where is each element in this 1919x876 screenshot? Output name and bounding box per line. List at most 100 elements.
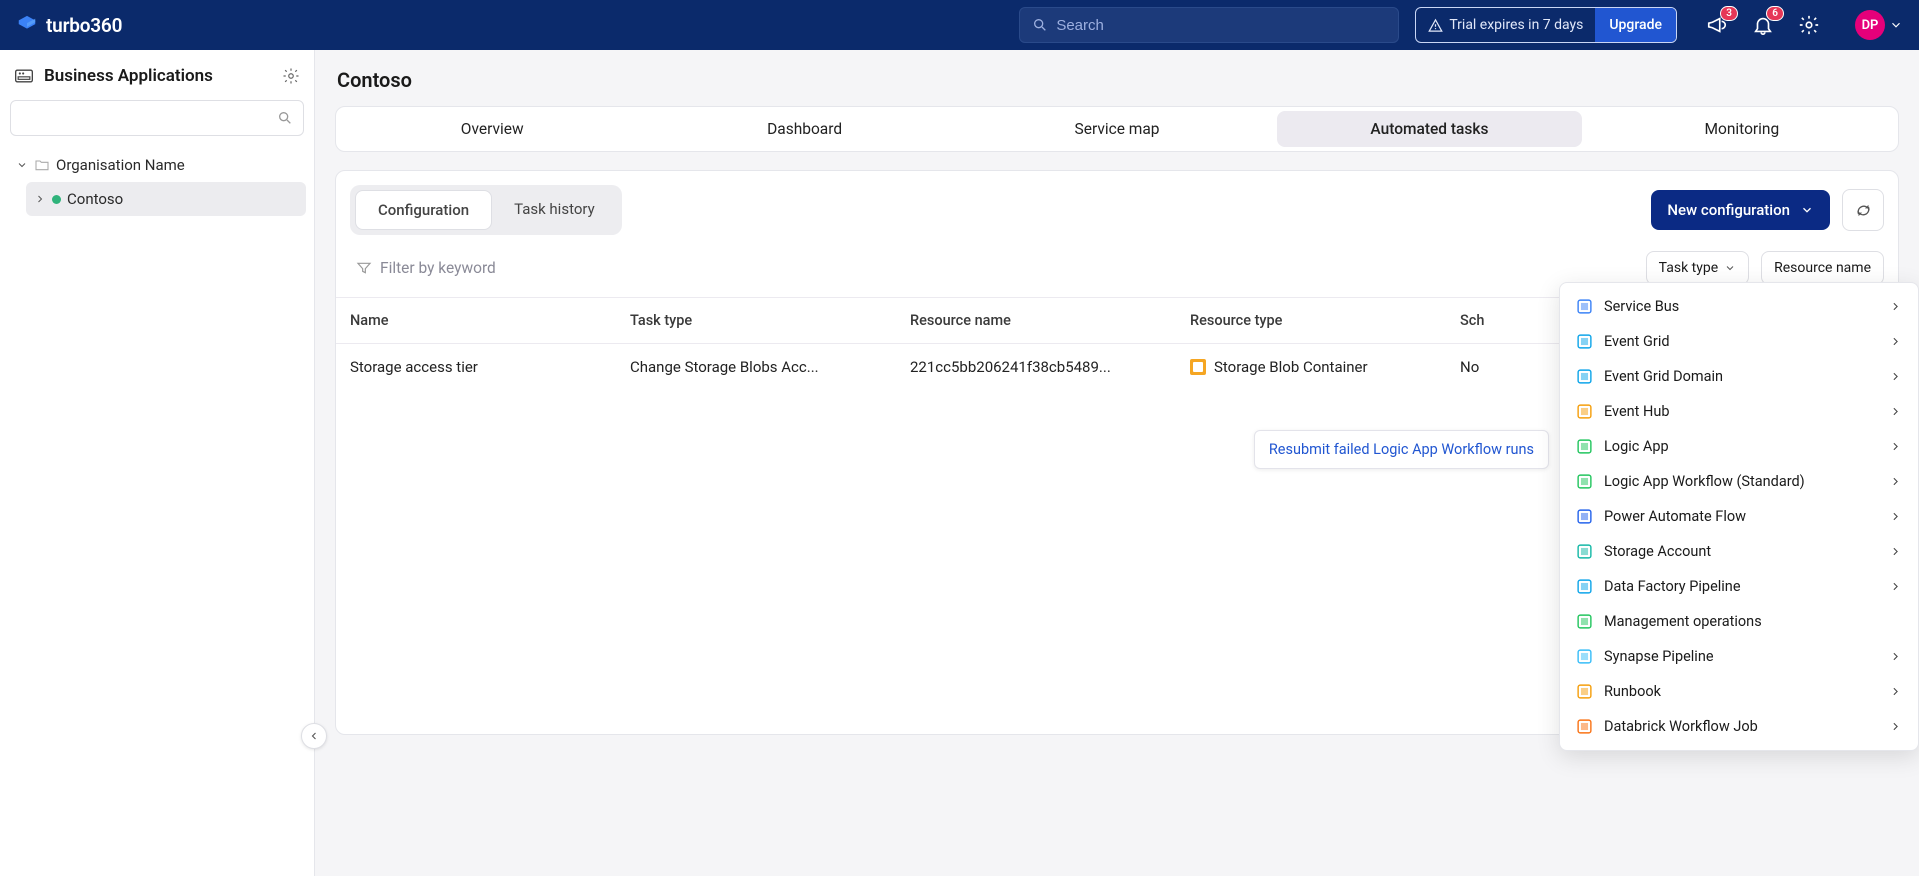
trial-text: Trial expires in 7 days: [1416, 17, 1595, 33]
main-tabs: Overview Dashboard Service map Automated…: [335, 106, 1899, 152]
new-config-label: New configuration: [1667, 201, 1790, 219]
notify-badge: 6: [1766, 6, 1784, 21]
dropdown-item-label: Data Factory Pipeline: [1604, 578, 1741, 595]
dropdown-item[interactable]: Storage Account: [1560, 534, 1918, 569]
sidebar-search-input[interactable]: [21, 110, 277, 126]
tree-child-contoso[interactable]: Contoso: [26, 182, 306, 216]
upgrade-button[interactable]: Upgrade: [1595, 8, 1676, 42]
folder-icon: [34, 157, 50, 173]
tab-monitoring[interactable]: Monitoring: [1590, 111, 1894, 147]
sidebar-settings-icon[interactable]: [282, 67, 300, 85]
chevron-right-icon: [1889, 475, 1902, 488]
subtab-configuration[interactable]: Configuration: [355, 190, 492, 230]
sidebar: Business Applications Organisation Name …: [0, 50, 315, 876]
notifications-button[interactable]: 6: [1751, 13, 1775, 37]
trial-box: Trial expires in 7 days Upgrade: [1415, 7, 1677, 43]
chevron-right-icon: [1889, 510, 1902, 523]
resource-icon: [1576, 298, 1593, 315]
dropdown-item-label: Event Grid: [1604, 333, 1670, 350]
warning-icon: [1428, 18, 1443, 33]
dropdown-item[interactable]: Databrick Workflow Job: [1560, 709, 1918, 744]
chevron-right-icon: [1889, 580, 1902, 593]
resource-icon: [1576, 403, 1593, 420]
new-configuration-button[interactable]: New configuration: [1651, 190, 1830, 230]
chip-label: Task type: [1659, 260, 1718, 276]
chevron-right-icon: [1889, 545, 1902, 558]
chevron-right-icon: [1889, 720, 1902, 733]
resource-icon: [1576, 543, 1593, 560]
announce-badge: 3: [1720, 6, 1738, 21]
dropdown-item-label: Databrick Workflow Job: [1604, 718, 1758, 735]
dropdown-item[interactable]: Logic App: [1560, 429, 1918, 464]
dropdown-item[interactable]: Power Automate Flow: [1560, 499, 1918, 534]
cell-type: Storage Blob Container: [1190, 358, 1460, 376]
chevron-right-icon: [1889, 335, 1902, 348]
dropdown-item[interactable]: Service Bus: [1560, 289, 1918, 324]
tab-service-map[interactable]: Service map: [965, 111, 1269, 147]
resource-icon: [1576, 683, 1593, 700]
user-menu[interactable]: DP: [1843, 10, 1903, 40]
dropdown-item[interactable]: Event Grid Domain: [1560, 359, 1918, 394]
apps-icon: [14, 66, 34, 86]
avatar: DP: [1855, 10, 1885, 40]
dropdown-item[interactable]: Event Hub: [1560, 394, 1918, 429]
refresh-icon: [1855, 202, 1872, 219]
tab-dashboard[interactable]: Dashboard: [652, 111, 956, 147]
brand-text: turbo360: [46, 14, 122, 37]
chevron-right-icon: [1889, 370, 1902, 383]
dropdown-item-label: Power Automate Flow: [1604, 508, 1746, 525]
filter-input[interactable]: Filter by keyword: [350, 259, 1634, 277]
org-name: Organisation Name: [56, 156, 185, 174]
chevron-right-icon: [1889, 440, 1902, 453]
resource-icon: [1576, 508, 1593, 525]
subtab-task-history[interactable]: Task history: [492, 190, 617, 230]
dropdown-item-label: Runbook: [1604, 683, 1661, 700]
chevron-down-icon: [1889, 18, 1903, 32]
chevron-right-icon: [1889, 650, 1902, 663]
dropdown-item-label: Storage Account: [1604, 543, 1711, 560]
cell-resource: 221cc5bb206241f38cb5489...: [910, 358, 1190, 376]
chevron-right-icon: [1889, 405, 1902, 418]
filter-chip-resource-name[interactable]: Resource name: [1761, 251, 1884, 285]
filter-chip-task-type[interactable]: Task type: [1646, 251, 1749, 285]
refresh-button[interactable]: [1842, 189, 1884, 231]
cell-type-label: Storage Blob Container: [1214, 358, 1368, 376]
filter-icon: [356, 260, 372, 276]
resource-icon: [1576, 613, 1593, 630]
chevron-right-icon: [1889, 300, 1902, 313]
sidebar-search[interactable]: [10, 100, 304, 136]
global-search[interactable]: [1019, 7, 1399, 43]
col-resource-type: Resource type: [1190, 312, 1460, 329]
settings-button[interactable]: [1797, 13, 1821, 37]
cell-name: Storage access tier: [350, 358, 630, 376]
child-name: Contoso: [67, 190, 123, 208]
tab-automated-tasks[interactable]: Automated tasks: [1277, 111, 1581, 147]
cell-sched: No: [1460, 358, 1560, 376]
brand-logo[interactable]: turbo360: [16, 14, 122, 37]
dropdown-item[interactable]: Logic App Workflow (Standard): [1560, 464, 1918, 499]
topbar: turbo360 Trial expires in 7 days Upgrade…: [0, 0, 1919, 50]
col-task-type: Task type: [630, 312, 910, 329]
filter-placeholder: Filter by keyword: [380, 259, 496, 277]
dropdown-item[interactable]: Runbook: [1560, 674, 1918, 709]
dropdown-item[interactable]: Data Factory Pipeline: [1560, 569, 1918, 604]
tab-overview[interactable]: Overview: [340, 111, 644, 147]
chevron-down-icon: [1724, 262, 1736, 274]
dropdown-item[interactable]: Synapse Pipeline: [1560, 639, 1918, 674]
resource-icon: [1576, 578, 1593, 595]
main: Contoso Overview Dashboard Service map A…: [315, 50, 1919, 876]
dropdown-item-label: Synapse Pipeline: [1604, 648, 1714, 665]
announcements-button[interactable]: 3: [1705, 13, 1729, 37]
dropdown-item-label: Event Hub: [1604, 403, 1670, 420]
resource-icon: [1576, 333, 1593, 350]
resource-icon: [1576, 648, 1593, 665]
col-resource-name: Resource name: [910, 312, 1190, 329]
dropdown-item[interactable]: Management operations: [1560, 604, 1918, 639]
chip-label: Resource name: [1774, 260, 1871, 276]
sub-tabs: Configuration Task history: [350, 185, 622, 235]
global-search-input[interactable]: [1056, 17, 1386, 34]
dropdown-item-label: Logic App: [1604, 438, 1669, 455]
tree-org-node[interactable]: Organisation Name: [8, 148, 306, 182]
gear-icon: [1798, 14, 1820, 36]
dropdown-item[interactable]: Event Grid: [1560, 324, 1918, 359]
